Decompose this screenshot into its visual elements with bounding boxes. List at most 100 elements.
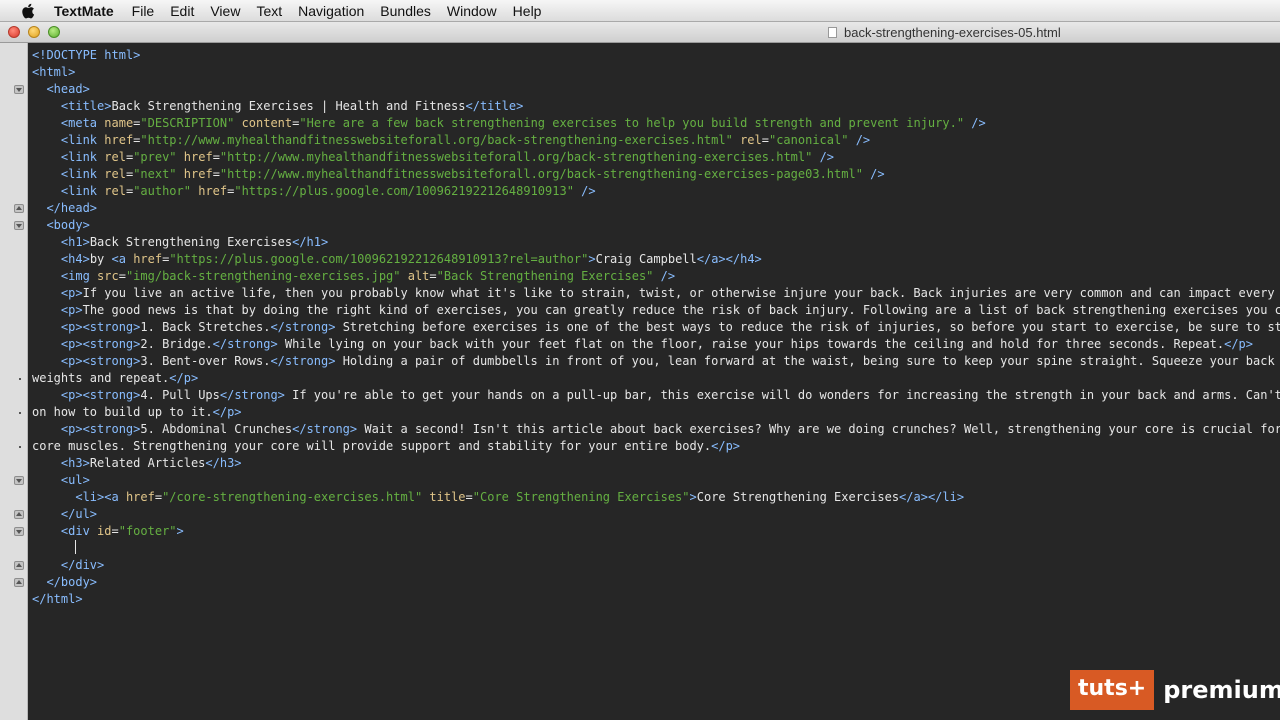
code-token: <h1> [60,235,90,249]
code-token: href [133,252,163,266]
code-token: </a></li> [899,490,965,504]
window-title-text: back-strengthening-exercises-05.html [844,24,1061,40]
tuts-premium-logo: tuts+ premium [1070,670,1280,710]
code-token: </p> [1224,337,1254,351]
code-line[interactable]: <body> [32,217,1280,234]
code-token: </h1> [292,235,329,249]
code-line[interactable]: </head> [32,200,1280,217]
code-line[interactable]: <link rel="next" href="http://www.myheal… [32,166,1280,183]
minimize-window-button[interactable] [28,26,40,38]
code-line[interactable]: <ul> [32,472,1280,489]
code-line[interactable]: <link rel="prev" href="http://www.myheal… [32,149,1280,166]
code-line[interactable]: <p>The good news is that by doing the ri… [32,302,1280,319]
code-token: "https://plus.google.com/100962192212648… [169,252,589,266]
code-token: rel [104,184,126,198]
code-line[interactable]: <html> [32,64,1280,81]
code-editor[interactable]: <!DOCTYPE html> <html> <head> <title>Back… [28,43,1280,720]
code-line[interactable]: <h3>Related Articles</h3> [32,455,1280,472]
code-line[interactable]: <meta name="DESCRIPTION" content="Here a… [32,115,1280,132]
code-line[interactable]: <title>Back Strengthening Exercises | He… [32,98,1280,115]
code-line[interactable]: weights and repeat.</p> [32,370,1280,387]
code-line[interactable]: <link rel="author" href="https://plus.go… [32,183,1280,200]
fold-open-icon[interactable] [14,85,24,94]
menu-view[interactable]: View [202,0,248,22]
window-title: back-strengthening-exercises-05.html [828,22,1061,42]
menu-file[interactable]: File [124,0,163,22]
code-line[interactable]: <head> [32,81,1280,98]
code-line[interactable]: <!DOCTYPE html> [32,47,1280,64]
code-line[interactable]: <link href = "http://www.myhealthandfitnes… [32,132,1280,149]
code-line[interactable]: <p><strong>5. Abdominal Crunches</strong… [32,421,1280,438]
code-content[interactable]: <!DOCTYPE html> <html> <head> <title>Back… [32,47,1280,608]
code-line[interactable]: <div id="footer"> [32,523,1280,540]
fold-close-icon[interactable] [14,204,24,213]
apple-menu-icon[interactable] [18,0,38,22]
code-token: If you live an active life, then you pro… [82,286,1280,300]
code-line[interactable]: on how to build up to it.</p> [32,404,1280,421]
editor-gutter[interactable] [0,43,28,720]
code-line[interactable]: </ul> [32,506,1280,523]
zoom-window-button[interactable] [48,26,60,38]
code-line[interactable]: <li><a href="/core-strengthening-exercis… [32,489,1280,506]
code-line[interactable]: </div> [32,557,1280,574]
code-token: <li><a [75,490,126,504]
code-token: = [761,133,769,147]
code-token: "http://www.myhealthandfitnesswebsitefor… [219,150,813,164]
menu-text[interactable]: Text [248,0,290,22]
fold-open-icon[interactable] [14,221,24,230]
code-line[interactable]: <p>If you live an active life, then you … [32,285,1280,302]
code-token: src [97,269,119,283]
code-line[interactable]: <p><strong>1. Back Stretches.</strong> S… [32,319,1280,336]
code-token: "https://plus.google.com/100962192212648… [234,184,574,198]
code-token: </strong> [270,320,336,334]
code-line[interactable]: <h1>Back Strengthening Exercises</h1> [32,234,1280,251]
code-token: "Here are a few back strengthening exerc… [299,116,965,130]
menu-help[interactable]: Help [505,0,550,22]
code-line[interactable]: <p><strong>2. Bridge.</strong> While lyi… [32,336,1280,353]
code-line[interactable]: <p><strong>4. Pull Ups</strong> If you'r… [32,387,1280,404]
code-token: = [111,524,119,538]
fold-close-icon[interactable] [14,578,24,587]
code-token: core muscles. Strengthening your core wi… [32,439,712,453]
code-line[interactable]: </html> [32,591,1280,608]
fold-open-icon[interactable] [14,527,24,536]
code-token: </head> [46,201,98,215]
code-token: href [198,184,228,198]
fold-close-icon[interactable] [14,561,24,570]
fold-close-icon[interactable] [14,510,24,519]
code-line[interactable]: <img src="img/back-strengthening-exercis… [32,268,1280,285]
code-token: = [212,167,220,181]
code-token: <body> [46,218,90,232]
code-token: "Back Strengthening Exercises" [436,269,654,283]
code-token: id [97,524,112,538]
code-line[interactable]: <p><strong>3. Bent-over Rows.</strong> H… [32,353,1280,370]
code-token: = [465,490,473,504]
code-line[interactable]: </body> [32,574,1280,591]
code-token: <h3> [60,456,90,470]
close-window-button[interactable] [8,26,20,38]
code-line[interactable] [32,540,1280,557]
menu-navigation[interactable]: Navigation [290,0,372,22]
code-token: /> [581,184,596,198]
menu-app-name[interactable]: TextMate [48,0,124,22]
soft-wrap-indicator-icon [19,412,21,414]
fold-open-icon[interactable] [14,476,24,485]
menu-window[interactable]: Window [439,0,505,22]
code-token: 1. Back Stretches. [140,320,271,334]
code-token: rel [104,167,126,181]
code-token: rel [104,150,126,164]
menu-bundles[interactable]: Bundles [372,0,439,22]
code-line[interactable]: core muscles. Strengthening your core wi… [32,438,1280,455]
menu-edit[interactable]: Edit [162,0,202,22]
code-line[interactable]: <h4>by <a href="https://plus.google.com/… [32,251,1280,268]
